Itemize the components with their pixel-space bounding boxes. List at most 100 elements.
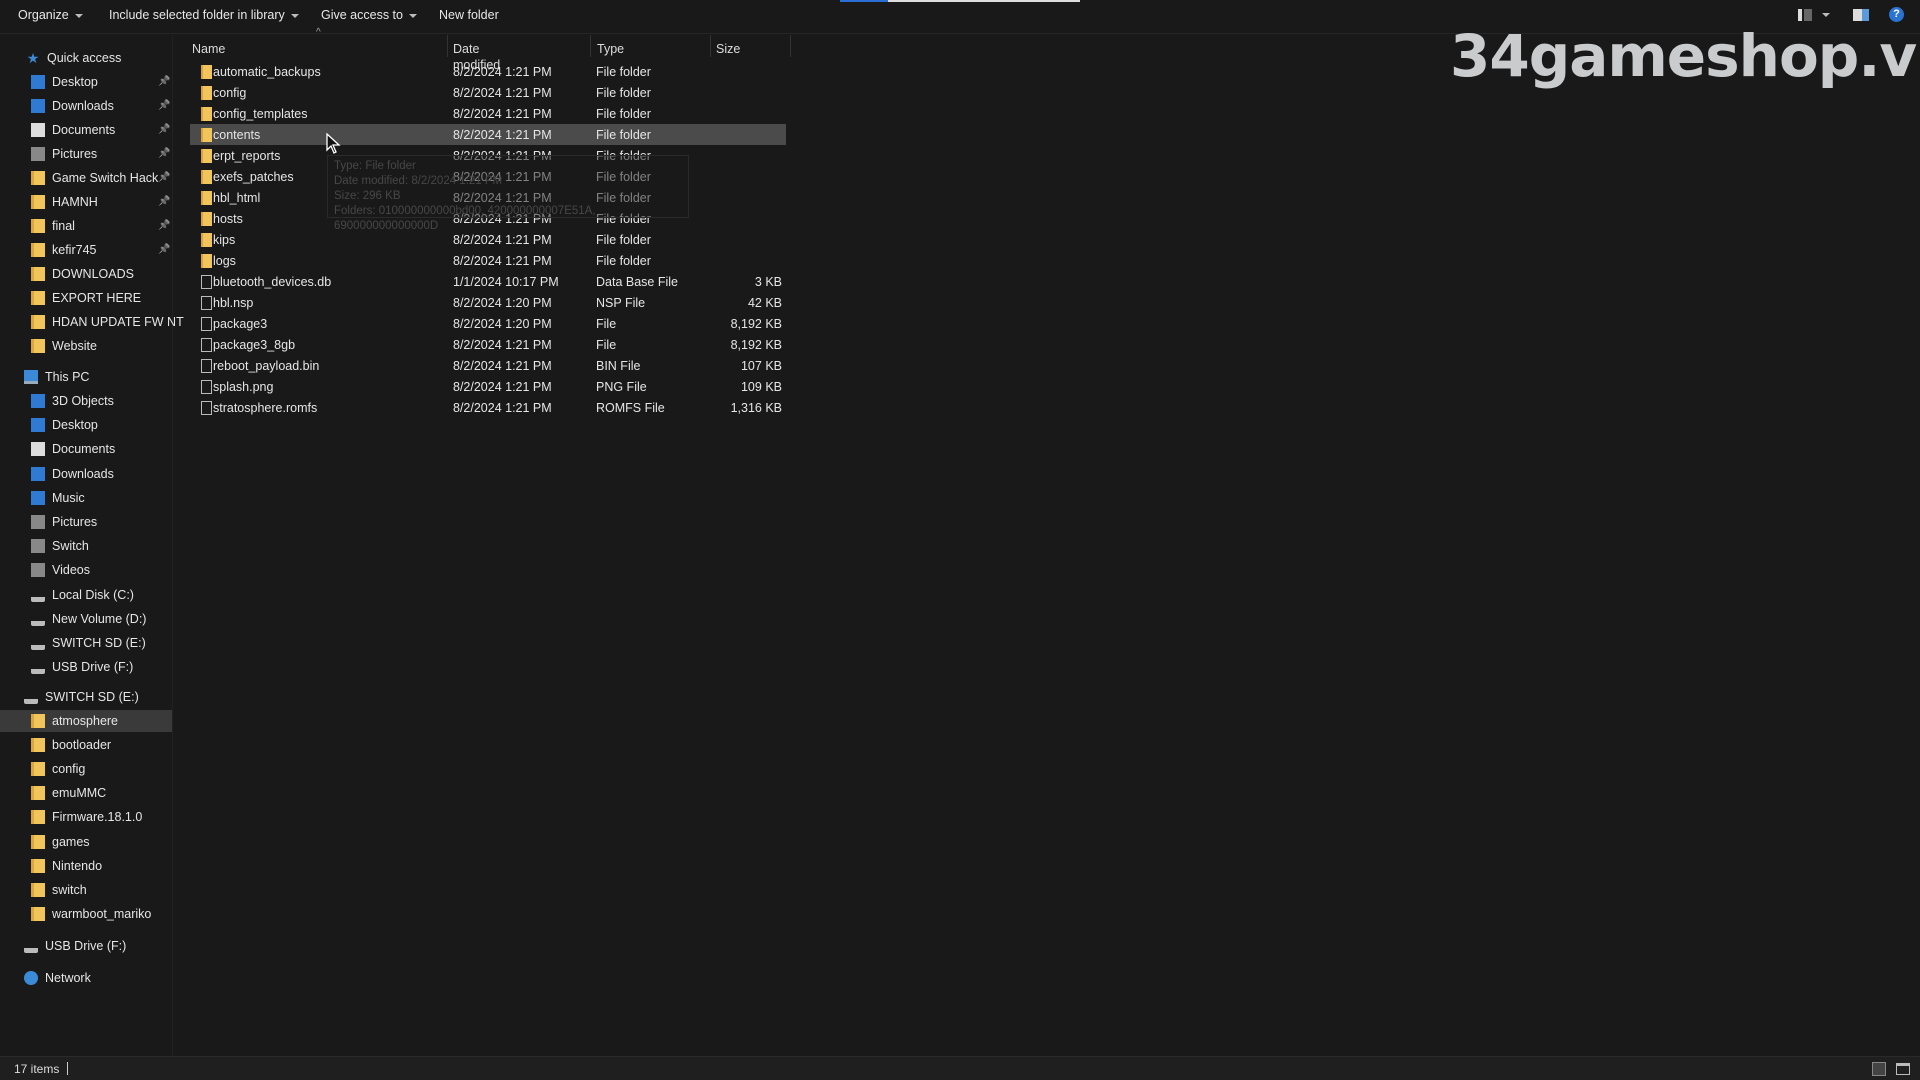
file-row[interactable]: hbl.nsp 8/2/2024 1:20 PM NSP File 42 KB <box>190 292 786 313</box>
sidebar-item-downloads[interactable]: DOWNLOADS <box>31 263 134 285</box>
give-access-button[interactable]: Give access to <box>321 8 417 22</box>
sidebar-item-game-switch-hack[interactable]: Game Switch Hack <box>31 167 158 189</box>
sidebar-item-kefir745[interactable]: kefir745 <box>31 239 96 261</box>
pin-icon[interactable]: 📌 <box>158 244 170 255</box>
sidebar-this-pc[interactable]: This PC <box>24 366 89 388</box>
column-divider[interactable] <box>447 35 448 57</box>
file-row[interactable]: package3 8/2/2024 1:20 PM File 8,192 KB <box>190 313 786 334</box>
nav-label: USB Drive (F:) <box>45 939 127 953</box>
doc-icon <box>31 442 45 457</box>
folder-icon <box>31 267 45 281</box>
pin-icon[interactable]: 📌 <box>158 172 170 183</box>
view-options-dropdown-icon[interactable] <box>1822 13 1830 17</box>
column-divider[interactable] <box>590 35 591 57</box>
sidebar-item-warmboot-mariko[interactable]: warmboot_mariko <box>31 903 151 925</box>
nav-label: Quick access <box>47 51 122 65</box>
sidebar-item-final[interactable]: final <box>31 215 75 237</box>
preview-pane-icon[interactable] <box>1853 9 1869 21</box>
sidebar-item-downloads[interactable]: Downloads <box>31 95 114 117</box>
sidebar-item-pictures[interactable]: Pictures <box>31 511 97 533</box>
sidebar-item-usb-drive-f-[interactable]: USB Drive (F:) <box>31 656 133 678</box>
status-bar: 17 items <box>0 1056 1920 1080</box>
folder-icon <box>201 211 212 226</box>
sidebar-item-firmware-18-1-0[interactable]: Firmware.18.1.0 <box>31 806 142 828</box>
sidebar-item-documents[interactable]: Documents <box>31 119 115 141</box>
file-row[interactable]: package3_8gb 8/2/2024 1:21 PM File 8,192 KB <box>190 334 786 355</box>
sidebar-item-website[interactable]: Website <box>31 335 97 357</box>
mouse-cursor-icon <box>326 133 341 154</box>
file-row[interactable]: config_templates 8/2/2024 1:21 PM File fol… <box>190 103 786 124</box>
sidebar-quick-access[interactable]: ★ Quick access <box>26 47 122 69</box>
large-icons-view-icon[interactable] <box>1896 1063 1910 1075</box>
sidebar-item-games[interactable]: games <box>31 831 90 853</box>
file-row[interactable]: stratosphere.romfs 8/2/2024 1:21 PM ROMFS … <box>190 397 786 418</box>
file-date: 8/2/2024 1:21 PM <box>453 379 552 394</box>
sidebar-item-pictures[interactable]: Pictures <box>31 143 97 165</box>
pin-icon[interactable]: 📌 <box>158 76 170 87</box>
file-date: 8/2/2024 1:20 PM <box>453 295 552 310</box>
details-view-icon[interactable] <box>1872 1062 1886 1076</box>
sidebar-item-documents[interactable]: Documents <box>31 438 115 460</box>
sidebar-item-desktop[interactable]: Desktop <box>31 414 98 436</box>
pin-icon[interactable]: 📌 <box>158 148 170 159</box>
folder-icon <box>31 858 45 873</box>
sidebar-item-music[interactable]: Music <box>31 487 85 509</box>
file-row[interactable]: bluetooth_devices.db 1/1/2024 10:17 PM Dat… <box>190 271 786 292</box>
sidebar-usb-drive[interactable]: USB Drive (F:) <box>24 935 126 957</box>
file-row[interactable]: reboot_payload.bin 8/2/2024 1:21 PM BIN Fi… <box>190 355 786 376</box>
file-row[interactable]: config 8/2/2024 1:21 PM File folder <box>190 82 786 103</box>
help-icon[interactable]: ? <box>1889 7 1904 22</box>
sidebar-item-local-disk-c-[interactable]: Local Disk (C:) <box>31 584 134 606</box>
sidebar-item-switch-sd-e-[interactable]: SWITCH SD (E:) <box>31 632 146 654</box>
nav-label: Videos <box>52 563 90 578</box>
file-name: stratosphere.romfs <box>213 400 318 415</box>
chevron-down-icon <box>74 13 83 18</box>
folder-icon <box>31 339 45 353</box>
tooltip-folders: Folders: 010000000000bd00, 420000000007E… <box>334 205 596 232</box>
sidebar-network[interactable]: Network <box>24 967 91 989</box>
net-icon <box>24 971 38 985</box>
organize-button[interactable]: Organize <box>18 8 83 22</box>
sidebar-item-nintendo[interactable]: Nintendo <box>31 855 102 877</box>
sidebar-item-new-volume-d-[interactable]: New Volume (D:) <box>31 608 146 630</box>
sort-ascending-icon: ^ <box>316 27 321 38</box>
file-row[interactable]: contents 8/2/2024 1:21 PM File folder <box>190 124 786 145</box>
sidebar-item-videos[interactable]: Videos <box>31 559 90 581</box>
sidebar-item-switch[interactable]: Switch <box>31 535 89 557</box>
view-options-icon[interactable] <box>1798 9 1812 21</box>
sidebar-item-desktop[interactable]: Desktop <box>31 71 98 93</box>
column-divider[interactable] <box>790 35 791 57</box>
watermark-logo: 34gameshop.vn <box>1450 22 1920 90</box>
sidebar-item-atmosphere[interactable]: atmosphere <box>0 710 172 732</box>
sidebar-item-downloads[interactable]: Downloads <box>31 463 114 485</box>
sidebar-item-config[interactable]: config <box>31 758 85 780</box>
sidebar-item-hdan-update-fw-nt[interactable]: HDAN UPDATE FW NT <box>31 311 184 333</box>
pin-icon[interactable]: 📌 <box>158 220 170 231</box>
tooltip-date: Date modified: 8/2/2024 1:21 PM <box>334 175 503 187</box>
column-divider[interactable] <box>710 35 711 57</box>
pin-icon[interactable]: 📌 <box>158 196 170 207</box>
new-folder-button[interactable]: New folder <box>439 8 499 22</box>
star-icon: ★ <box>26 50 40 66</box>
sidebar-item-hamnh[interactable]: HAMNH <box>31 191 98 213</box>
pin-icon[interactable]: 📌 <box>158 124 170 135</box>
pin-icon[interactable]: 📌 <box>158 100 170 111</box>
file-row[interactable]: logs 8/2/2024 1:21 PM File folder <box>190 250 786 271</box>
sidebar-item-bootloader[interactable]: bootloader <box>31 734 111 756</box>
file-row[interactable]: splash.png 8/2/2024 1:21 PM PNG File 109 KB <box>190 376 786 397</box>
sidebar-item-emummc[interactable]: emuMMC <box>31 782 106 804</box>
file-size: 107 KB <box>740 358 782 373</box>
file-row[interactable]: automatic_backups 8/2/2024 1:21 PM File fo… <box>190 61 786 82</box>
folder-icon <box>31 195 45 209</box>
file-type: File <box>596 337 617 352</box>
file-type: Data Base File <box>596 274 678 289</box>
file-name: package3 <box>213 316 268 331</box>
sidebar-switch-sd-root[interactable]: SWITCH SD (E:) <box>24 686 139 708</box>
tooltip: Type: File folder Date modified: 8/2/202… <box>327 155 689 232</box>
sidebar-item-switch[interactable]: switch <box>31 879 87 901</box>
sidebar-item-3d-objects[interactable]: 3D Objects <box>31 390 114 412</box>
include-in-library-button[interactable]: Include selected folder in library <box>109 8 299 22</box>
sidebar-item-export-here[interactable]: EXPORT HERE <box>31 287 141 309</box>
file-type: File folder <box>596 106 651 121</box>
drive-icon <box>24 944 38 953</box>
